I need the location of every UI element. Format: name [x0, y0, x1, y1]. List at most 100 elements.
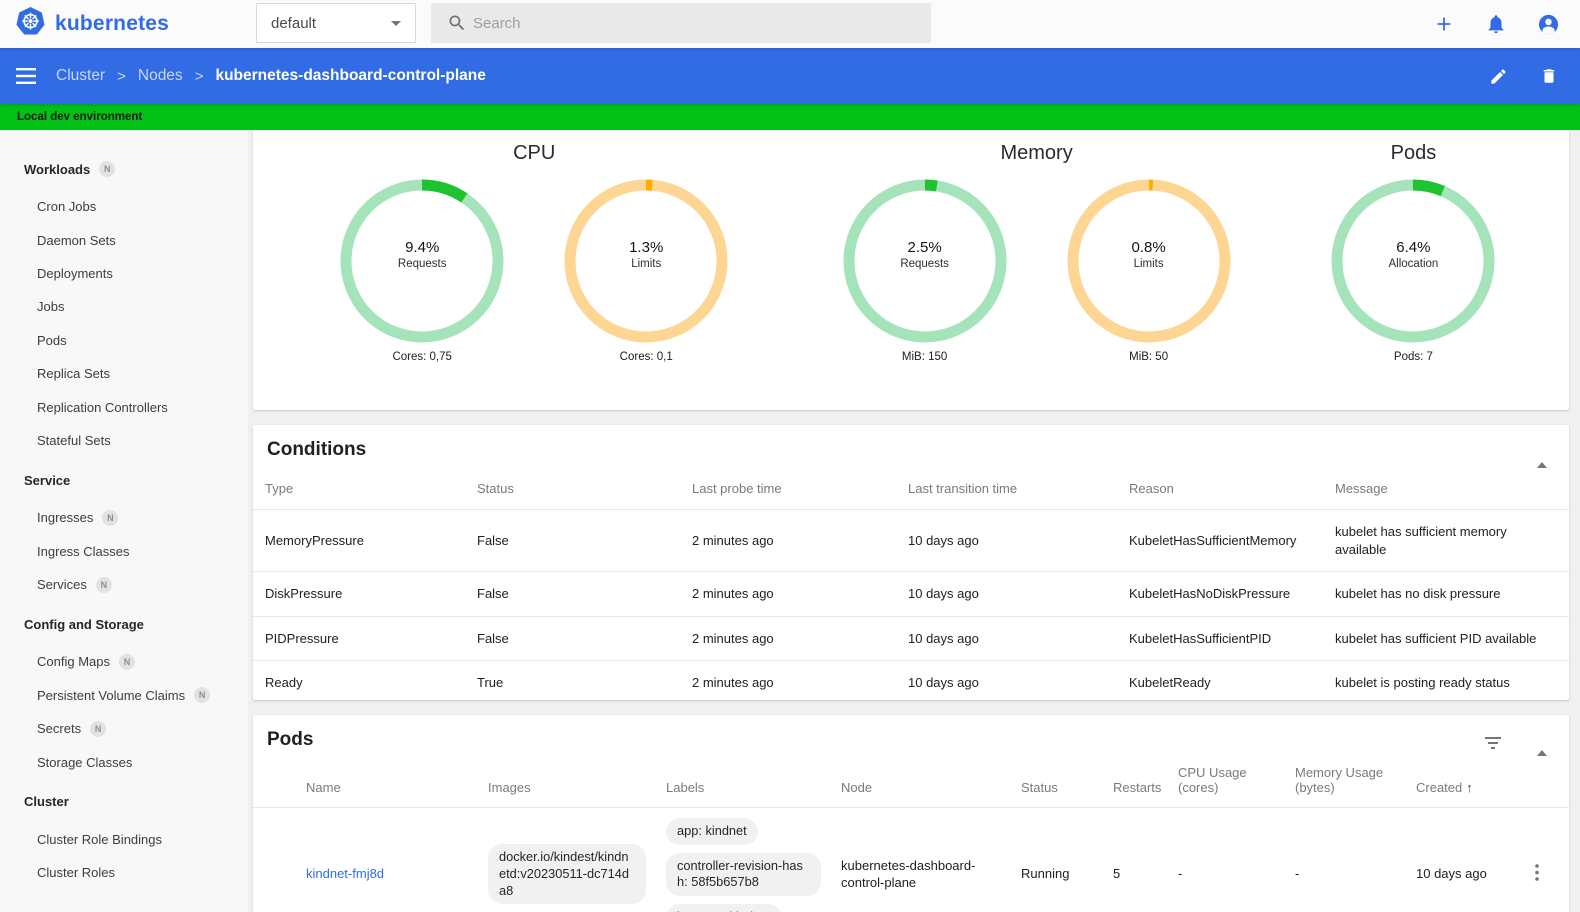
pods-title: Pods — [267, 729, 314, 750]
col-message: Message — [1335, 481, 1388, 496]
condition-row-disk-pressure: DiskPressure False 2 minutes ago 10 days a… — [253, 571, 1569, 617]
pod-row-kindnet: kindnet-fmj8d docker.io/kindest/kindnetd… — [253, 807, 1569, 912]
pod-node: kubernetes-dashboard-control-plane — [831, 807, 1011, 912]
menu-button[interactable] — [16, 68, 36, 84]
conditions-title: Conditions — [267, 439, 367, 460]
brand-wordmark: kubernetes — [55, 12, 170, 35]
pod-label-chip: controller-revision-hash: 58f5b657b8 — [666, 852, 821, 896]
sidebar-item-services[interactable]: Services N — [0, 568, 248, 601]
pods-card: Pods Name Images Labels Node Status Rest… — [253, 715, 1569, 912]
pod-label-chip: k8s-app: kindnet — [666, 903, 782, 912]
sidebar-item-jobs[interactable]: Jobs — [0, 290, 248, 323]
breadcrumb-cluster[interactable]: Cluster — [56, 67, 105, 85]
pod-name-link[interactable]: kindnet-fmj8d — [306, 866, 384, 881]
gauge-track — [564, 179, 728, 343]
cpu-allocation-group: CPU 9.4% Requests Cores: 0,75 1.3% Limit… — [283, 130, 785, 410]
page-title: kubernetes-dashboard-control-plane — [215, 67, 486, 84]
gauge-track — [843, 179, 1007, 343]
sidebar-item-cron-jobs[interactable]: Cron Jobs — [0, 190, 248, 223]
collapse-conditions-button[interactable] — [1531, 441, 1553, 468]
sidebar-item-ingress-classes[interactable]: Ingress Classes — [0, 535, 248, 568]
memory-requests-gauge: 2.5% Requests MiB: 150 — [835, 177, 1015, 363]
environment-banner: Local dev environment — [0, 104, 1580, 130]
breadcrumb-nodes[interactable]: Nodes — [138, 67, 183, 85]
pods-table: Name Images Labels Node Status Restarts … — [253, 751, 1569, 912]
node-actions — [1489, 66, 1558, 86]
allocation-card: CPU 9.4% Requests Cores: 0,75 1.3% Limit… — [253, 130, 1569, 410]
sidebar-item-ingresses[interactable]: Ingresses N — [0, 501, 248, 534]
col-labels: Labels — [666, 780, 705, 795]
col-name: Name — [306, 780, 341, 795]
filter-button[interactable] — [1485, 736, 1501, 749]
pod-labels: app: kindnet controller-revision-hash: 5… — [666, 818, 821, 912]
gauge-track — [340, 179, 504, 343]
sidebar-item-daemon-sets[interactable]: Daemon Sets — [0, 223, 248, 256]
col-status: Status — [1021, 780, 1058, 795]
pod-row-menu-button[interactable] — [1527, 860, 1547, 888]
gauge-track — [1331, 179, 1495, 343]
namespaced-badge: N — [194, 687, 211, 704]
namespaced-badge: N — [118, 653, 135, 670]
account-button[interactable] — [1537, 13, 1560, 36]
col-last-probe-time: Last probe time — [692, 481, 782, 496]
sidebar-item-storage-classes[interactable]: Storage Classes — [0, 745, 248, 778]
sidebar-section-workloads: Workloads N — [0, 154, 248, 184]
cpu-limits-gauge: 1.3% Limits Cores: 0,1 — [556, 177, 736, 363]
search-input[interactable] — [473, 14, 853, 32]
namespace-value: default — [271, 14, 317, 32]
breadcrumb-separator-icon: > — [117, 67, 126, 85]
sort-ascending-icon: ↑ — [1466, 780, 1473, 795]
col-memory-usage: Memory Usage (bytes) — [1295, 765, 1384, 795]
filter-list-icon — [1485, 736, 1501, 749]
sidebar-item-persistent-volume-claims[interactable]: Persistent Volume Claims N — [0, 679, 248, 712]
sidebar-item-replication-controllers[interactable]: Replication Controllers — [0, 390, 248, 423]
pod-image-chip: docker.io/kindest/kindnetd:v20230511-dc7… — [488, 844, 646, 905]
cpu-requests-gauge: 9.4% Requests Cores: 0,75 — [332, 177, 512, 363]
delete-button[interactable] — [1540, 66, 1558, 86]
namespaced-badge: N — [90, 720, 107, 737]
collapse-arrow-icon — [1537, 735, 1547, 756]
sidebar-item-pods[interactable]: Pods — [0, 324, 248, 357]
sidebar-section-cluster: Cluster — [24, 794, 69, 810]
sidebar-item-cluster-roles[interactable]: Cluster Roles — [0, 856, 248, 889]
create-resource-button[interactable] — [1433, 13, 1455, 35]
breadcrumb: Cluster > Nodes > kubernetes-dashboard-c… — [56, 67, 486, 85]
sidebar-item-config-maps[interactable]: Config Maps N — [0, 645, 248, 678]
sidebar-item-stateful-sets[interactable]: Stateful Sets — [0, 424, 248, 457]
namespace-selector[interactable]: default — [256, 3, 416, 43]
kubernetes-helm-icon — [15, 6, 46, 42]
gauge-track — [1067, 179, 1231, 343]
search-bar[interactable] — [431, 3, 931, 43]
pod-status: Running — [1011, 807, 1103, 912]
condition-row-pid-pressure: PIDPressure False 2 minutes ago 10 days ag… — [253, 615, 1569, 661]
notifications-button[interactable] — [1485, 13, 1507, 35]
kubernetes-logo[interactable]: kubernetes — [15, 6, 169, 42]
edit-button[interactable] — [1489, 67, 1508, 86]
main-content: CPU 9.4% Requests Cores: 0,75 1.3% Limit… — [248, 130, 1580, 912]
memory-allocation-group: Memory 2.5% Requests MiB: 150 0.8% Limit… — [785, 130, 1287, 410]
conditions-card: Conditions Type Status Last probe time L… — [253, 425, 1569, 705]
namespaced-badge: N — [95, 576, 112, 593]
sidebar-section-service: Service — [24, 472, 71, 488]
top-app-bar: kubernetes default — [0, 0, 1580, 48]
sidebar-item-replica-sets[interactable]: Replica Sets — [0, 357, 248, 390]
col-last-transition-time: Last transition time — [908, 481, 1018, 496]
breadcrumb-separator-icon: > — [194, 67, 204, 85]
pod-label-chip: app: kindnet — [666, 818, 758, 845]
sidebar-item-deployments[interactable]: Deployments — [0, 257, 248, 290]
col-reason: Reason — [1129, 481, 1174, 496]
pod-created: 10 days ago — [1406, 807, 1517, 912]
col-created[interactable]: Created ↑ — [1406, 751, 1517, 808]
col-status-icon — [253, 751, 296, 808]
col-cpu-usage: CPU Usage (cores) — [1178, 765, 1247, 795]
memory-limits-gauge: 0.8% Limits MiB: 50 — [1059, 177, 1239, 363]
pods-toolbar — [1485, 729, 1553, 756]
pod-memory-usage: - — [1285, 807, 1406, 912]
sidebar-item-cluster-role-bindings[interactable]: Cluster Role Bindings — [0, 823, 248, 856]
chevron-down-icon — [391, 20, 401, 26]
namespaced-badge: N — [99, 161, 116, 177]
sidebar: Workloads N Cron Jobs Daemon Sets Deploy… — [0, 130, 248, 912]
collapse-pods-button[interactable] — [1531, 729, 1553, 756]
sidebar-item-secrets[interactable]: Secrets N — [0, 712, 248, 745]
col-type: Type — [265, 481, 294, 496]
